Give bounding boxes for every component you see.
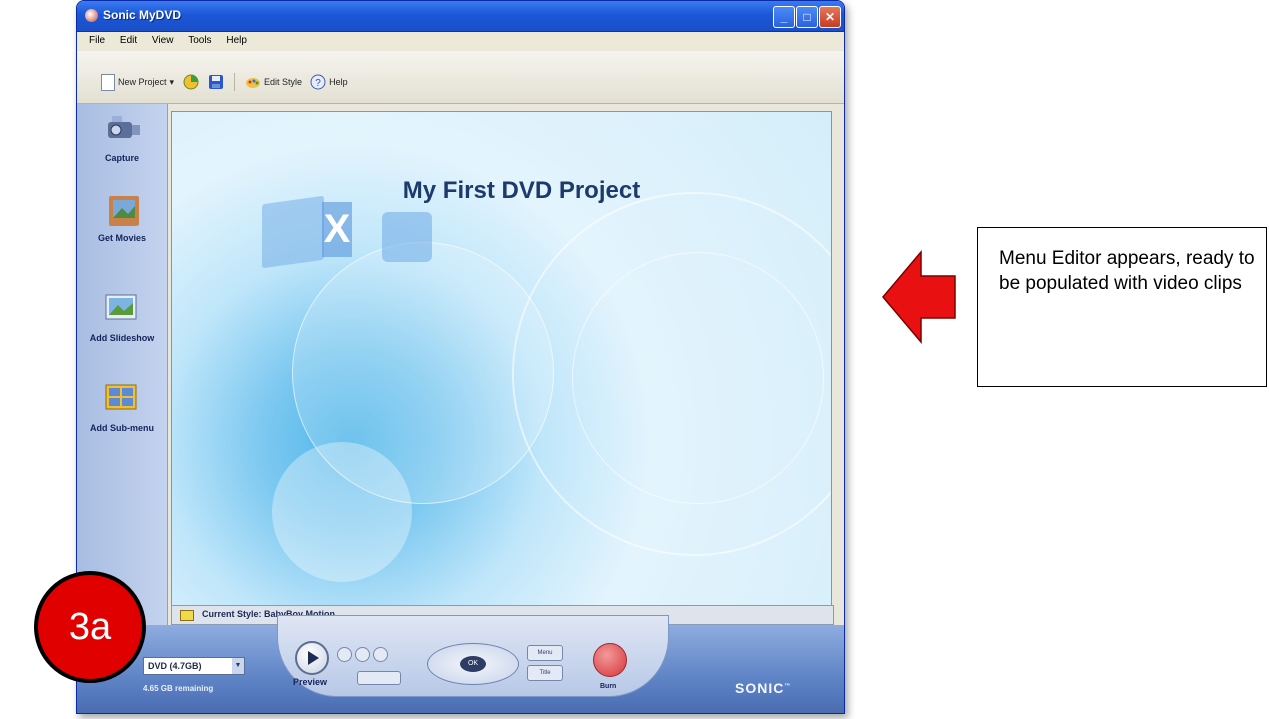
menu-editor-canvas[interactable]: X My First DVD Project: [171, 111, 832, 606]
step-badge: 3a: [34, 571, 146, 683]
edit-style-label: Edit Style: [264, 77, 303, 87]
new-document-icon: [101, 73, 115, 91]
sub-menu-icon: [105, 384, 137, 410]
menu-button[interactable]: Menu: [527, 645, 563, 661]
stop-button[interactable]: [355, 647, 370, 662]
sidebar: Capture Get Movies Add Slideshow Add Sub…: [77, 104, 168, 644]
sidebar-item-capture[interactable]: Capture: [77, 112, 167, 164]
menu-help[interactable]: Help: [226, 35, 247, 46]
app-icon: [85, 9, 98, 22]
previous-button[interactable]: [337, 647, 352, 662]
menu-view[interactable]: View: [152, 35, 174, 46]
help-button[interactable]: ? Help: [306, 72, 352, 92]
trademark-mark: ™: [784, 683, 792, 690]
window-title: Sonic MyDVD: [103, 8, 182, 22]
disc-type-value: DVD (4.7GB): [148, 661, 202, 671]
disc-remaining-text: 4.65 GB remaining: [143, 684, 214, 693]
bottom-control-bar: DVD (4.7GB) ▼ 4.65 GB remaining Preview …: [77, 615, 844, 713]
title-button[interactable]: Title: [527, 665, 563, 681]
burn-label: Burn: [600, 683, 617, 690]
left-arrow-icon: [882, 250, 956, 344]
maximize-button[interactable]: □: [796, 6, 818, 28]
annotation-callout: Menu Editor appears, ready to be populat…: [977, 227, 1267, 387]
new-project-label: New Project: [118, 77, 167, 87]
background-bubble: [272, 442, 412, 582]
background-ring: [572, 252, 824, 504]
mydvd-window: Sonic MyDVD _ □ ✕ File Edit View Tools H…: [76, 0, 845, 714]
title-bar: Sonic MyDVD _ □ ✕: [77, 1, 844, 32]
disc-type-select[interactable]: DVD (4.7GB) ▼: [143, 657, 245, 675]
menu-tools[interactable]: Tools: [188, 35, 211, 46]
minimize-button[interactable]: _: [773, 6, 795, 28]
decorative-block: [262, 195, 324, 269]
navigation-dpad[interactable]: OK: [427, 643, 519, 685]
sidebar-item-label: Add Slideshow: [89, 333, 155, 343]
decorative-block: [382, 212, 432, 262]
menu-file[interactable]: File: [89, 35, 105, 46]
sidebar-item-add-sub-menu[interactable]: Add Sub-menu: [77, 382, 167, 434]
toolbar-separator: [234, 73, 236, 91]
toolbar: New Project ▾ Edit Style ? Help: [77, 51, 844, 104]
help-icon: ?: [310, 74, 326, 90]
sonic-logo: SONIC™: [735, 680, 791, 696]
sidebar-item-label: Add Sub-menu: [90, 423, 154, 433]
paint-palette-icon: [246, 78, 261, 88]
svg-text:?: ?: [315, 78, 321, 89]
next-button[interactable]: [373, 647, 388, 662]
dpad-ok-button[interactable]: OK: [460, 656, 486, 672]
sidebar-item-add-slideshow[interactable]: Add Slideshow: [77, 292, 167, 344]
open-project-button[interactable]: [178, 71, 204, 93]
save-icon: [209, 75, 224, 89]
menu-bar: File Edit View Tools Help: [77, 32, 844, 50]
landscape-photo-icon: [105, 294, 137, 320]
chevron-down-icon[interactable]: ▼: [232, 658, 244, 674]
camcorder-icon: [108, 116, 140, 138]
sidebar-item-label: Capture: [104, 153, 139, 163]
save-button[interactable]: [204, 72, 228, 92]
preview-play-button[interactable]: [295, 641, 329, 675]
close-button[interactable]: ✕: [819, 6, 841, 28]
open-folder-icon: [183, 74, 199, 90]
help-label: Help: [329, 77, 348, 87]
preview-label: Preview: [293, 677, 328, 687]
chevron-down-icon[interactable]: ▾: [170, 77, 175, 88]
edit-style-button[interactable]: Edit Style: [241, 73, 306, 91]
brand-name: SONIC: [735, 680, 785, 696]
remote-mode-button[interactable]: [357, 671, 401, 685]
sidebar-item-label: Get Movies: [97, 233, 146, 243]
burn-button[interactable]: [593, 643, 627, 677]
movie-frame-icon: [109, 196, 139, 226]
project-title[interactable]: My First DVD Project: [172, 177, 831, 205]
menu-edit[interactable]: Edit: [120, 35, 137, 46]
new-project-button[interactable]: New Project ▾: [97, 72, 178, 93]
decorative-letter: X: [322, 202, 352, 257]
style-icon: [180, 610, 194, 621]
sidebar-item-get-movies[interactable]: Get Movies: [77, 192, 167, 244]
